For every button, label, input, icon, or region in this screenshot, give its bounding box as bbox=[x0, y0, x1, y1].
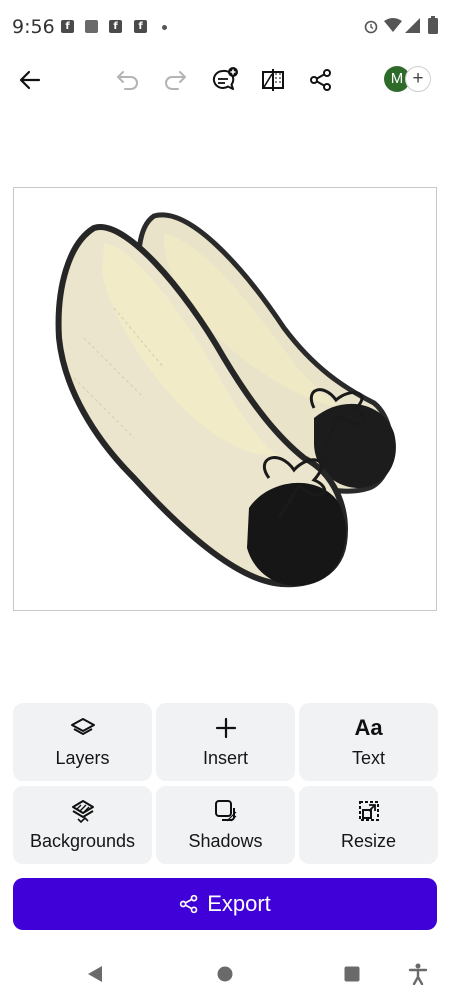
undo-icon bbox=[117, 71, 138, 90]
facebook-icon: f bbox=[109, 20, 122, 33]
backgrounds-label: Backgrounds bbox=[29, 831, 136, 851]
layers-label: Layers bbox=[55, 748, 110, 768]
shadows-icon bbox=[214, 800, 236, 822]
redo-button[interactable] bbox=[157, 62, 193, 98]
design-canvas[interactable] bbox=[13, 187, 437, 611]
facebook-icon: f bbox=[61, 20, 74, 33]
flip-icon bbox=[262, 69, 284, 91]
resize-button[interactable]: Resize bbox=[299, 786, 438, 864]
plus-icon bbox=[215, 717, 236, 739]
share-icon bbox=[180, 894, 198, 914]
backgrounds-icon bbox=[71, 800, 94, 824]
flip-button[interactable] bbox=[255, 62, 291, 98]
shoe-illustration bbox=[55, 212, 396, 588]
wifi-icon bbox=[384, 18, 402, 32]
shadows-button[interactable]: Shadows bbox=[156, 786, 295, 864]
export-label: Export bbox=[207, 891, 271, 916]
share-icon bbox=[310, 69, 331, 91]
comment-add-icon bbox=[212, 67, 238, 90]
text-label: Text bbox=[351, 748, 385, 768]
facebook-icon: f bbox=[134, 20, 147, 33]
home-circle-icon[interactable] bbox=[217, 966, 233, 982]
clock: 9:56 bbox=[12, 16, 55, 38]
more-notifications-dot bbox=[162, 25, 167, 30]
accessibility-icon[interactable] bbox=[408, 963, 428, 985]
export-button[interactable]: Export bbox=[13, 878, 437, 930]
back-triangle-icon[interactable] bbox=[87, 965, 103, 983]
text-button[interactable]: Aa Text bbox=[299, 703, 438, 781]
backgrounds-button[interactable]: Backgrounds bbox=[13, 786, 152, 864]
redo-icon bbox=[165, 71, 186, 90]
share-button[interactable] bbox=[303, 62, 339, 98]
alarm-icon bbox=[364, 20, 378, 34]
text-icon: Aa bbox=[354, 715, 383, 740]
layers-icon bbox=[70, 718, 95, 735]
news-icon bbox=[85, 20, 98, 33]
undo-button[interactable] bbox=[110, 62, 146, 98]
recents-square-icon[interactable] bbox=[344, 966, 360, 982]
layers-button[interactable]: Layers bbox=[13, 703, 152, 781]
resize-label: Resize bbox=[340, 831, 397, 851]
shadows-label: Shadows bbox=[188, 831, 263, 851]
add-collaborator-button[interactable]: + bbox=[405, 66, 431, 92]
insert-label: Insert bbox=[202, 748, 249, 768]
battery-icon bbox=[428, 16, 438, 34]
system-nav-bar bbox=[0, 950, 450, 1000]
back-button[interactable] bbox=[12, 62, 48, 98]
resize-icon bbox=[358, 801, 379, 821]
signal-icon bbox=[405, 18, 420, 33]
status-bar: 9:56 f f f bbox=[0, 0, 450, 52]
back-arrow-icon bbox=[19, 70, 41, 90]
comment-button[interactable] bbox=[207, 62, 243, 98]
editor-toolbar bbox=[0, 52, 450, 108]
insert-button[interactable]: Insert bbox=[156, 703, 295, 781]
